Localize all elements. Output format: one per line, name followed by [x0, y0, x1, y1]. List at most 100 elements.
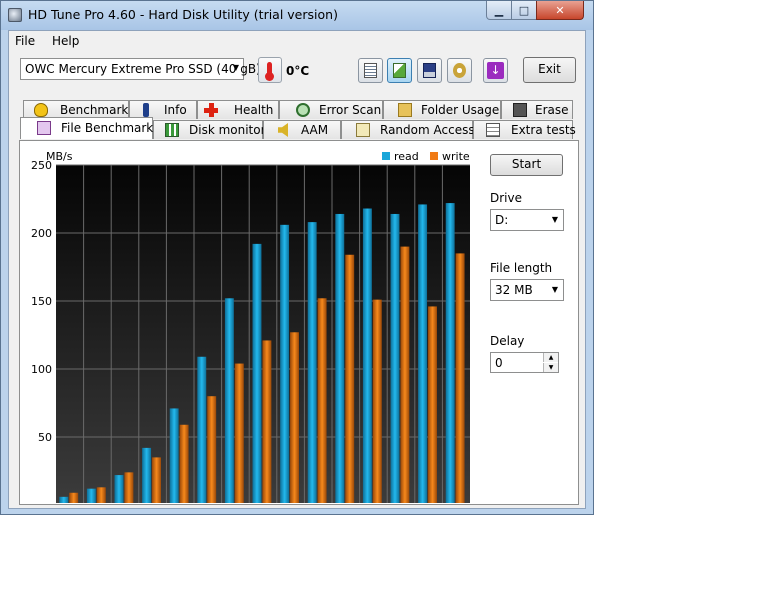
menu-help[interactable]: Help	[52, 34, 79, 48]
options-button[interactable]	[447, 58, 472, 83]
tab-label: Info	[164, 103, 187, 117]
menu-bar: File Help	[9, 31, 585, 51]
benchmark-chart: 50100150200250MB/sreadwrite0.51248163264…	[31, 150, 470, 503]
title-bar[interactable]: HD Tune Pro 4.60 - Hard Disk Utility (tr…	[1, 1, 593, 30]
legend-swatch-write	[430, 152, 438, 160]
start-button[interactable]: Start	[490, 154, 563, 176]
save-icon	[423, 63, 436, 78]
file-length-value: 32 MB	[495, 283, 533, 297]
chevron-down-icon: ▼	[232, 63, 239, 72]
bar-read	[280, 224, 290, 503]
tab-label: Random Access	[380, 123, 475, 137]
temperature-icon	[258, 57, 282, 83]
tab-health[interactable]: Health	[197, 100, 279, 119]
bar-read	[59, 496, 69, 503]
bar-write	[455, 253, 465, 503]
minimize-icon: ▁	[494, 3, 504, 17]
bar-read	[445, 203, 455, 503]
legend-swatch-read	[382, 152, 390, 160]
minimize-button[interactable]: ▁	[486, 1, 512, 20]
lightbulb-icon	[34, 103, 48, 117]
download-button[interactable]: ↓	[483, 58, 508, 83]
tab-aam[interactable]: AAM	[263, 120, 341, 139]
bar-read	[418, 204, 428, 503]
copy-screenshot-button[interactable]	[387, 58, 412, 83]
tab-label: AAM	[301, 123, 329, 137]
window-title: HD Tune Pro 4.60 - Hard Disk Utility (tr…	[28, 7, 338, 22]
delay-spinner[interactable]: 0 ▲ ▼	[490, 352, 559, 373]
bar-read	[114, 475, 124, 503]
file-benchmark-icon	[37, 121, 51, 135]
client-area: File Help OWC Mercury Extreme Pro SSD (4…	[8, 30, 586, 509]
bar-write	[124, 472, 134, 503]
menu-file[interactable]: File	[15, 34, 35, 48]
spin-up-icon[interactable]: ▲	[543, 353, 558, 362]
tab-error-scan[interactable]: Error Scan	[279, 100, 383, 119]
bar-write	[207, 396, 217, 503]
tab-label: File Benchmark	[61, 121, 154, 135]
delay-label: Delay	[490, 334, 525, 348]
bar-write	[290, 332, 299, 503]
y-axis-label: MB/s	[46, 150, 73, 163]
bar-read	[224, 298, 234, 503]
maximize-button[interactable]: □	[511, 1, 537, 20]
bar-write	[96, 487, 106, 503]
bar-read	[197, 356, 207, 503]
disk-monitor-icon	[165, 123, 179, 137]
maximize-icon: □	[518, 3, 530, 17]
tab-extra-tests[interactable]: Extra tests	[473, 120, 576, 139]
legend-label-write: write	[442, 150, 470, 163]
bar-write	[428, 306, 437, 503]
bar-write	[262, 340, 272, 503]
bar-read	[307, 222, 317, 503]
tab-random-access[interactable]: Random Access	[341, 120, 475, 139]
app-window: HD Tune Pro 4.60 - Hard Disk Utility (tr…	[0, 0, 594, 515]
tab-label: Disk monitor	[189, 123, 266, 137]
bar-read	[252, 243, 262, 503]
y-tick-label: 200	[31, 227, 52, 240]
drive-select[interactable]: OWC Mercury Extreme Pro SSD (40 gB) ▼	[20, 58, 261, 80]
bar-write	[317, 298, 327, 503]
bar-write	[152, 457, 161, 503]
tab-folder-usage[interactable]: Folder Usage	[383, 100, 501, 119]
exit-button[interactable]: Exit	[523, 57, 576, 83]
copy-text-icon	[364, 63, 377, 78]
health-cross-icon	[204, 103, 218, 117]
bar-read	[169, 408, 179, 503]
copy-screenshot-icon	[393, 63, 406, 78]
magnifier-icon	[296, 103, 310, 117]
file-length-combo[interactable]: 32 MB ▼	[490, 279, 564, 301]
file-length-label: File length	[490, 261, 553, 275]
tab-label: Folder Usage	[421, 103, 500, 117]
download-icon: ↓	[487, 62, 504, 79]
y-tick-label: 100	[31, 363, 52, 376]
tab-erase[interactable]: Erase	[501, 100, 573, 119]
bar-write	[345, 254, 355, 503]
bar-read	[86, 488, 96, 503]
extra-tests-icon	[486, 123, 500, 137]
bar-write	[234, 363, 244, 503]
info-icon	[143, 103, 149, 117]
tab-label: Erase	[535, 103, 569, 117]
drive-combo[interactable]: D: ▼	[490, 209, 564, 231]
drive-combo-value: D:	[495, 213, 509, 227]
tab-file-benchmark[interactable]: File Benchmark	[20, 117, 153, 139]
bar-write	[179, 424, 189, 503]
drive-select-value: OWC Mercury Extreme Pro SSD (40 gB)	[25, 62, 261, 76]
bar-write	[400, 246, 410, 503]
bar-read	[335, 213, 345, 503]
random-access-icon	[356, 123, 370, 137]
spin-down-icon[interactable]: ▼	[543, 363, 558, 372]
bar-write	[69, 492, 79, 503]
copy-text-button[interactable]	[358, 58, 383, 83]
temperature-value: 0°C	[286, 64, 310, 78]
bar-read	[142, 447, 152, 503]
tab-label: Extra tests	[511, 123, 576, 137]
tab-disk-monitor[interactable]: Disk monitor	[153, 120, 266, 139]
legend-label-read: read	[394, 150, 419, 163]
chevron-down-icon: ▼	[551, 285, 558, 294]
save-button[interactable]	[417, 58, 442, 83]
close-button[interactable]: ✕	[536, 1, 584, 20]
delay-value: 0	[495, 356, 503, 370]
folder-icon	[398, 103, 412, 117]
